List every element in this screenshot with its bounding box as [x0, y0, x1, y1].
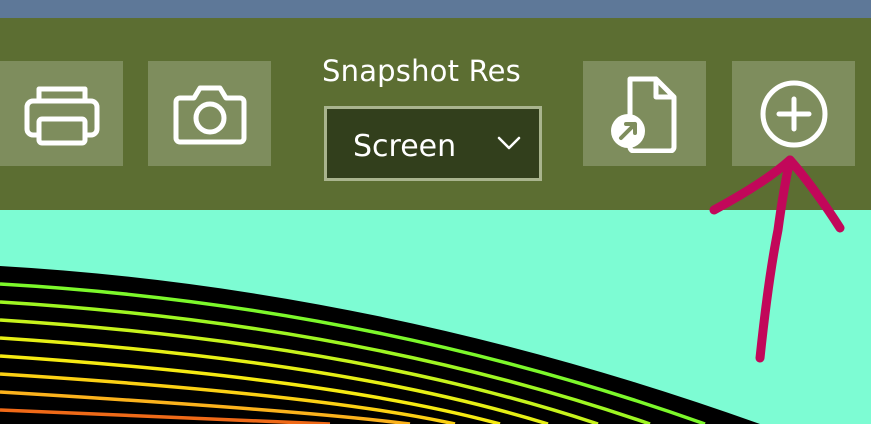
snapshot-res-value: Screen [353, 129, 457, 164]
share-button[interactable] [583, 61, 706, 166]
add-circle-icon [758, 78, 830, 150]
share-file-icon [610, 75, 680, 153]
toolbar: Snapshot Res Screen [0, 18, 871, 210]
camera-icon [172, 82, 248, 146]
title-bar [0, 0, 871, 18]
chevron-down-icon [497, 135, 521, 155]
print-button[interactable] [0, 61, 123, 166]
add-button[interactable] [732, 61, 855, 166]
spectrum-canvas [0, 210, 871, 424]
snapshot-button[interactable] [148, 61, 271, 166]
snapshot-res-dropdown[interactable]: Screen [324, 106, 542, 181]
printer-icon [23, 81, 101, 147]
snapshot-res-label: Snapshot Res [322, 54, 521, 88]
